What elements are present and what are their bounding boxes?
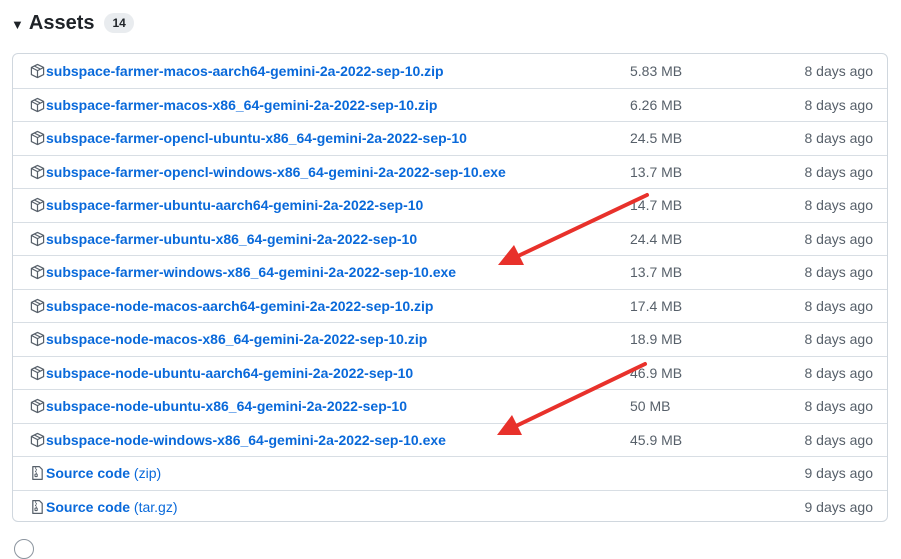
asset-row: subspace-farmer-macos-aarch64-gemini-2a-…	[13, 54, 887, 88]
asset-size: 50 MB	[630, 398, 671, 415]
asset-date: 8 days ago	[804, 297, 874, 314]
assets-count-badge: 14	[104, 13, 134, 33]
package-icon	[30, 365, 45, 380]
assets-title: Assets	[28, 11, 95, 34]
asset-date: 8 days ago	[804, 197, 874, 214]
source-code-label: Source code	[46, 465, 131, 482]
asset-link[interactable]: subspace-node-macos-aarch64-gemini-2a-20…	[46, 298, 433, 314]
asset-size: 5.83 MB	[630, 62, 683, 79]
assets-list: subspace-farmer-macos-aarch64-gemini-2a-…	[12, 53, 888, 522]
package-icon	[30, 97, 45, 112]
asset-date: 8 days ago	[804, 331, 874, 348]
asset-date: 8 days ago	[804, 62, 874, 79]
package-icon	[30, 131, 45, 146]
asset-link[interactable]: subspace-node-ubuntu-aarch64-gemini-2a-2…	[46, 365, 413, 381]
asset-row: subspace-farmer-macos-x86_64-gemini-2a-2…	[13, 87, 887, 122]
package-icon	[30, 298, 45, 313]
triangle-down-icon[interactable]: ▼	[11, 17, 24, 32]
asset-size: 46.9 MB	[630, 364, 683, 381]
file-zip-icon	[32, 499, 43, 514]
package-icon	[30, 399, 45, 414]
asset-row: subspace-node-macos-aarch64-gemini-2a-20…	[13, 288, 887, 323]
asset-date: 8 days ago	[804, 364, 874, 381]
source-code-zip-link[interactable]: Source code (zip)	[46, 465, 161, 481]
source-code-label: Source code	[46, 498, 131, 515]
asset-size: 24.4 MB	[630, 230, 683, 247]
asset-date: 8 days ago	[804, 398, 874, 415]
source-code-format: (zip)	[133, 465, 162, 482]
package-icon	[30, 265, 45, 280]
file-zip-icon	[32, 466, 43, 481]
asset-size: 14.7 MB	[630, 197, 683, 214]
asset-row: subspace-node-windows-x86_64-gemini-2a-2…	[13, 422, 887, 457]
source-code-row: Source code (tar.gz) 9 days ago	[13, 489, 887, 522]
asset-link[interactable]: subspace-farmer-windows-x86_64-gemini-2a…	[46, 264, 456, 280]
asset-link[interactable]: subspace-farmer-ubuntu-x86_64-gemini-2a-…	[46, 231, 417, 247]
asset-row: subspace-node-macos-x86_64-gemini-2a-202…	[13, 322, 887, 356]
asset-link[interactable]: subspace-node-windows-x86_64-gemini-2a-2…	[46, 432, 446, 448]
asset-size: 45.9 MB	[630, 431, 683, 448]
asset-date: 8 days ago	[804, 230, 874, 247]
source-code-format: (tar.gz)	[133, 498, 178, 515]
asset-row: subspace-farmer-windows-x86_64-gemini-2a…	[13, 255, 887, 289]
asset-size: 13.7 MB	[630, 264, 683, 281]
asset-size: 13.7 MB	[630, 163, 683, 180]
package-icon	[30, 164, 45, 179]
asset-row: subspace-node-ubuntu-x86_64-gemini-2a-20…	[13, 389, 887, 423]
assets-header[interactable]: ▼ Assets 14	[11, 9, 134, 37]
asset-link[interactable]: subspace-node-macos-x86_64-gemini-2a-202…	[46, 331, 427, 347]
package-icon	[30, 63, 45, 78]
asset-row: subspace-farmer-ubuntu-x86_64-gemini-2a-…	[13, 221, 887, 256]
asset-date: 8 days ago	[804, 96, 874, 113]
asset-row: subspace-node-ubuntu-aarch64-gemini-2a-2…	[13, 355, 887, 390]
package-icon	[30, 198, 45, 213]
asset-row: subspace-farmer-ubuntu-aarch64-gemini-2a…	[13, 188, 887, 222]
asset-size: 24.5 MB	[630, 130, 683, 147]
asset-date: 9 days ago	[804, 498, 874, 515]
asset-row: subspace-farmer-opencl-windows-x86_64-ge…	[13, 154, 887, 189]
package-icon	[30, 432, 45, 447]
package-icon	[30, 231, 45, 246]
asset-size: 6.26 MB	[630, 96, 683, 113]
asset-date: 8 days ago	[804, 163, 874, 180]
asset-row: subspace-farmer-opencl-ubuntu-x86_64-gem…	[13, 121, 887, 155]
package-icon	[30, 332, 45, 347]
source-code-row: Source code (zip) 9 days ago	[13, 456, 887, 490]
asset-date: 8 days ago	[804, 130, 874, 147]
source-code-targz-link[interactable]: Source code (tar.gz)	[46, 499, 178, 515]
asset-date: 8 days ago	[804, 431, 874, 448]
asset-link[interactable]: subspace-farmer-opencl-windows-x86_64-ge…	[46, 164, 506, 180]
asset-link[interactable]: subspace-farmer-macos-aarch64-gemini-2a-…	[46, 63, 444, 79]
asset-size: 18.9 MB	[630, 331, 683, 348]
smiley-reaction-icon[interactable]	[14, 539, 34, 559]
asset-link[interactable]: subspace-farmer-macos-x86_64-gemini-2a-2…	[46, 97, 437, 113]
asset-link[interactable]: subspace-node-ubuntu-x86_64-gemini-2a-20…	[46, 398, 407, 414]
asset-date: 8 days ago	[804, 264, 874, 281]
asset-link[interactable]: subspace-farmer-opencl-ubuntu-x86_64-gem…	[46, 130, 467, 146]
asset-link[interactable]: subspace-farmer-ubuntu-aarch64-gemini-2a…	[46, 197, 423, 213]
asset-date: 9 days ago	[804, 465, 874, 482]
asset-size: 17.4 MB	[630, 297, 683, 314]
